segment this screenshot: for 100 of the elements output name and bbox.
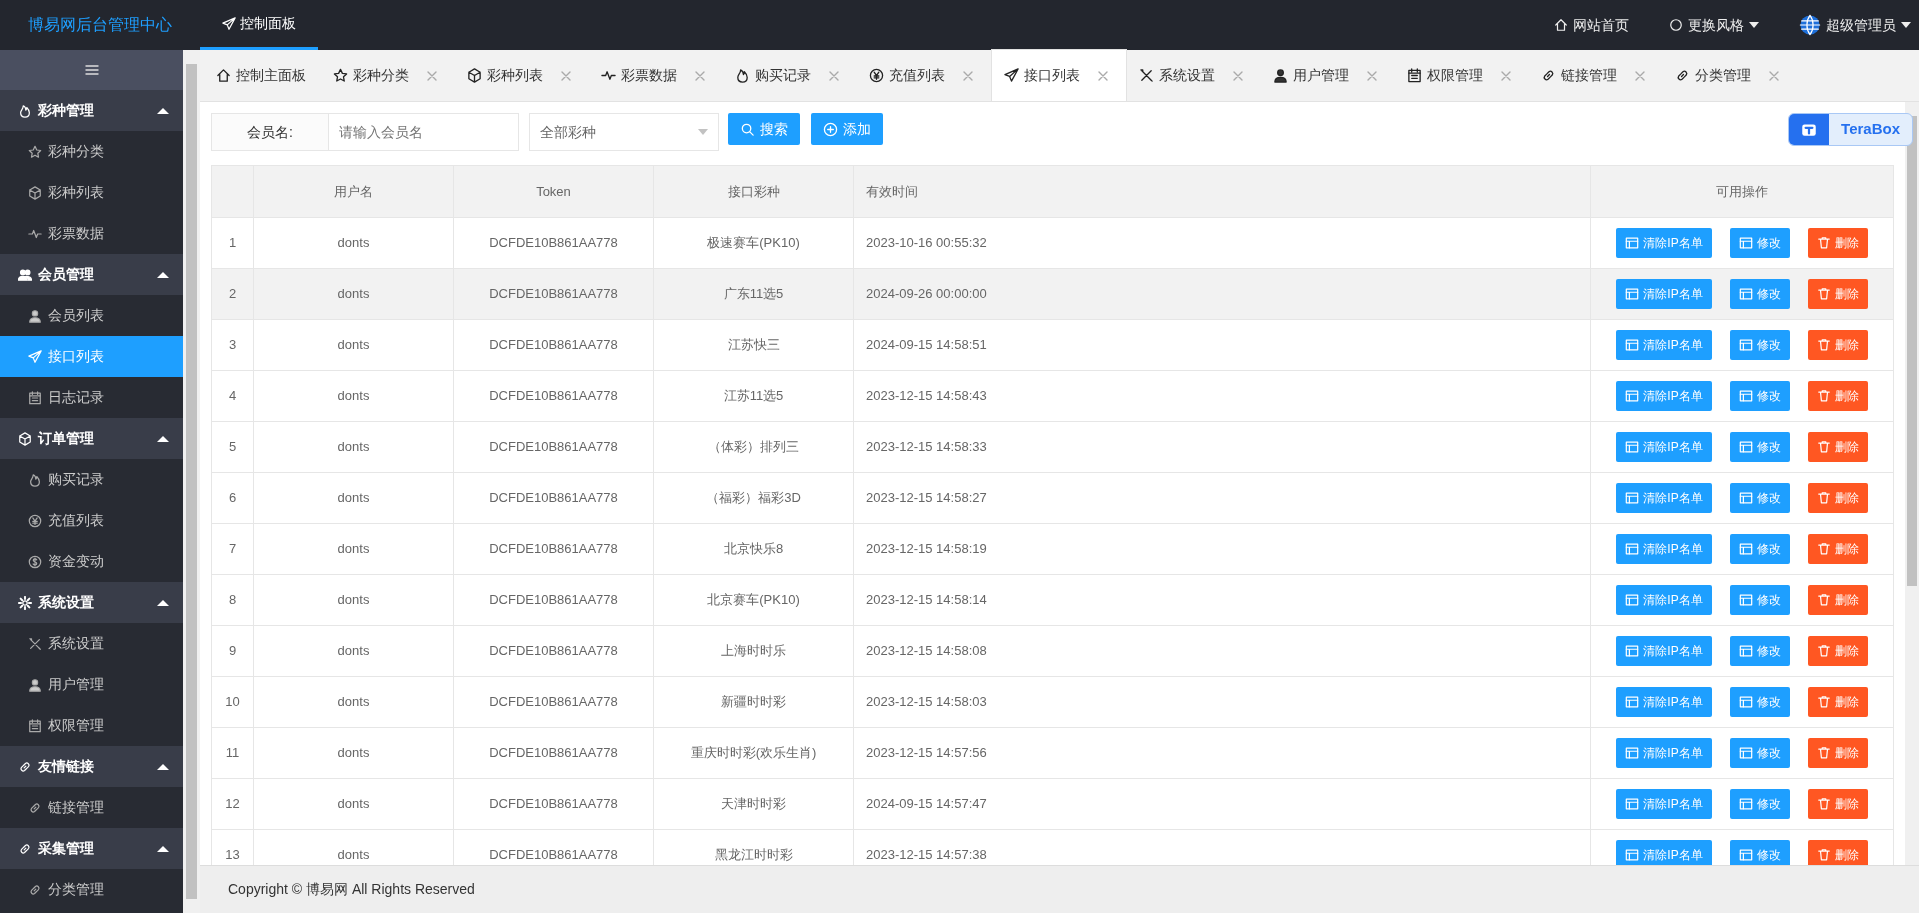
paper-plane-icon xyxy=(1004,68,1019,83)
delete-button[interactable]: 删除 xyxy=(1807,840,1868,865)
table-row[interactable]: 5 donts DCFDE10B861AA778 （体彩）排列三 2023-12-15 14:58:33 清除IP名单 修改 删除 xyxy=(211,421,1894,473)
delete-button[interactable]: 删除 xyxy=(1807,381,1868,411)
window-icon xyxy=(1738,389,1753,403)
trash-icon xyxy=(1816,338,1831,352)
header-link[interactable]: 网站首页 xyxy=(1554,14,1629,36)
tab[interactable]: 充值列表 xyxy=(857,50,991,101)
column-header: 可用操作 xyxy=(1716,183,1768,199)
member-name-field[interactable]: 请输入会员名 xyxy=(329,113,519,151)
sidebar-item[interactable]: 用户管理 xyxy=(0,664,183,705)
table-row[interactable]: 9 donts DCFDE10B861AA778 上海时时乐 2023-12-15 14:58:08 清除IP名单 修改 删除 xyxy=(211,625,1894,677)
cube-icon xyxy=(18,431,32,446)
table-cell: 7 xyxy=(228,541,237,557)
table-cell: donts xyxy=(337,337,370,353)
delete-button[interactable]: 删除 xyxy=(1807,687,1868,717)
table-cell: donts xyxy=(337,745,370,761)
trash-icon xyxy=(1816,542,1831,556)
sidebar-item[interactable]: 购买记录 xyxy=(0,459,183,500)
delete-button[interactable]: 删除 xyxy=(1807,228,1868,258)
table-cell: donts xyxy=(337,541,370,557)
sidebar-item[interactable]: 彩种列表 xyxy=(0,172,183,213)
table-row[interactable]: 6 donts DCFDE10B861AA778 （福彩）福彩3D 2023-12-15 14:58:27 清除IP名单 修改 删除 xyxy=(211,472,1894,524)
sidebar-group-header[interactable]: 会员管理 xyxy=(0,254,183,295)
sidebar-item[interactable]: 资金变动 xyxy=(0,541,183,582)
tab[interactable]: 系统设置 xyxy=(1127,50,1261,101)
table-row[interactable]: 7 donts DCFDE10B861AA778 北京快乐8 2023-12-15 14:58:19 清除IP名单 修改 删除 xyxy=(211,523,1894,575)
circle-icon xyxy=(1669,18,1683,32)
window-icon xyxy=(1738,593,1753,607)
table-cell: DCFDE10B861AA778 xyxy=(489,592,618,608)
delete-button[interactable]: 删除 xyxy=(1807,636,1868,666)
table-cell: 极速赛车(PK10) xyxy=(707,235,800,251)
sidebar-group-header[interactable]: 彩种管理 xyxy=(0,90,183,131)
delete-button[interactable]: 删除 xyxy=(1807,279,1868,309)
delete-button[interactable]: 删除 xyxy=(1807,789,1868,819)
tab[interactable]: 用户管理 xyxy=(1261,50,1395,101)
table-row[interactable]: 4 donts DCFDE10B861AA778 江苏11选5 2023-12-15 14:58:43 清除IP名单 修改 删除 xyxy=(211,370,1894,422)
user-icon xyxy=(28,677,42,692)
search-icon xyxy=(740,121,755,137)
extension-widget[interactable]: TeraBox xyxy=(1788,113,1913,146)
tab[interactable]: 彩种列表 xyxy=(455,50,589,101)
table-cell: 2023-12-15 14:57:56 xyxy=(866,745,987,761)
sidebar-item[interactable]: 权限管理 xyxy=(0,705,183,746)
sidebar-item[interactable]: 彩种分类 xyxy=(0,131,183,172)
lottery-select[interactable]: 全部彩种 xyxy=(529,113,719,151)
delete-button[interactable]: 删除 xyxy=(1807,534,1868,564)
tab[interactable]: 购买记录 xyxy=(723,50,857,101)
tab[interactable]: 彩种分类 xyxy=(321,50,455,101)
tab[interactable]: 接口列表 xyxy=(991,49,1127,101)
table-row[interactable]: 10 donts DCFDE10B861AA778 新疆时时彩 2023-12-15 14:58:03 清除IP名单 修改 删除 xyxy=(211,676,1894,728)
sidebar-item[interactable]: 日志记录 xyxy=(0,377,183,418)
menu-icon[interactable] xyxy=(83,62,100,78)
table-cell: 10 xyxy=(225,694,240,710)
delete-button[interactable]: 删除 xyxy=(1807,432,1868,462)
tab[interactable]: 分类管理 xyxy=(1663,50,1797,101)
tab[interactable]: 控制主面板 xyxy=(204,50,321,101)
window-icon xyxy=(1625,593,1640,607)
sidebar-item[interactable]: 链接管理 xyxy=(0,787,183,828)
trash-icon xyxy=(1816,848,1831,862)
sidebar-group-header[interactable]: 系统设置 xyxy=(0,582,183,623)
table-cell: 1 xyxy=(228,235,237,251)
table-cell: 2023-12-15 14:58:03 xyxy=(866,694,987,710)
delete-button[interactable]: 删除 xyxy=(1807,585,1868,615)
tab[interactable]: 链接管理 xyxy=(1529,50,1663,101)
table-cell: donts xyxy=(337,286,370,302)
table-row[interactable]: 2 donts DCFDE10B861AA778 广东11选5 2024-09-26 00:00:00 清除IP名单 修改 删除 xyxy=(211,268,1894,320)
table-cell: DCFDE10B861AA778 xyxy=(489,694,618,710)
sidebar-scrollbar[interactable] xyxy=(183,50,200,913)
table-cell: 北京快乐8 xyxy=(723,541,784,557)
sidebar-group-header[interactable]: 友情链接 xyxy=(0,746,183,787)
window-icon xyxy=(1625,797,1640,811)
table-cell: 2023-12-15 14:58:19 xyxy=(866,541,987,557)
header-link[interactable]: 超级管理员 xyxy=(1799,14,1911,36)
sidebar-item[interactable]: 充值列表 xyxy=(0,500,183,541)
table-row[interactable]: 12 donts DCFDE10B861AA778 天津时时彩 2024-09-15 14:57:47 清除IP名单 修改 删除 xyxy=(211,778,1894,830)
table-cell: donts xyxy=(337,796,370,812)
header-link[interactable]: 更换风格 xyxy=(1669,14,1759,36)
sidebar-item[interactable]: 会员列表 xyxy=(0,295,183,336)
page-scrollbar[interactable] xyxy=(1905,102,1919,865)
table-row[interactable]: 1 donts DCFDE10B861AA778 极速赛车(PK10) 2023-10-16 00:55:32 清除IP名单 修改 删除 xyxy=(211,217,1894,269)
table-cell: DCFDE10B861AA778 xyxy=(489,796,618,812)
window-icon xyxy=(1625,695,1640,709)
sidebar-group-header[interactable]: 订单管理 xyxy=(0,418,183,459)
tab[interactable]: 彩票数据 xyxy=(589,50,723,101)
table-cell: 黑龙江时时彩 xyxy=(714,847,793,863)
table-row[interactable]: 11 donts DCFDE10B861AA778 重庆时时彩(欢乐生肖) 2023-12-15 14:57:56 清除IP名单 修改 删除 xyxy=(211,727,1894,779)
cube-icon xyxy=(28,185,42,200)
table-row[interactable]: 8 donts DCFDE10B861AA778 北京赛车(PK10) 2023-12-15 14:58:14 清除IP名单 修改 删除 xyxy=(211,574,1894,626)
window-icon xyxy=(1738,644,1753,658)
tab[interactable]: 权限管理 xyxy=(1395,50,1529,101)
delete-button[interactable]: 删除 xyxy=(1807,330,1868,360)
delete-button[interactable]: 删除 xyxy=(1807,483,1868,513)
table-cell: DCFDE10B861AA778 xyxy=(489,643,618,659)
sidebar-item[interactable]: 分类管理 xyxy=(0,869,183,910)
sidebar-item[interactable]: 系统设置 xyxy=(0,623,183,664)
sidebar-group-header[interactable]: 采集管理 xyxy=(0,828,183,869)
delete-button[interactable]: 删除 xyxy=(1807,738,1868,768)
trash-icon xyxy=(1816,287,1831,301)
sidebar-item[interactable]: 彩票数据 xyxy=(0,213,183,254)
table-row[interactable]: 3 donts DCFDE10B861AA778 江苏快三 2024-09-15 14:58:51 清除IP名单 修改 删除 xyxy=(211,319,1894,371)
